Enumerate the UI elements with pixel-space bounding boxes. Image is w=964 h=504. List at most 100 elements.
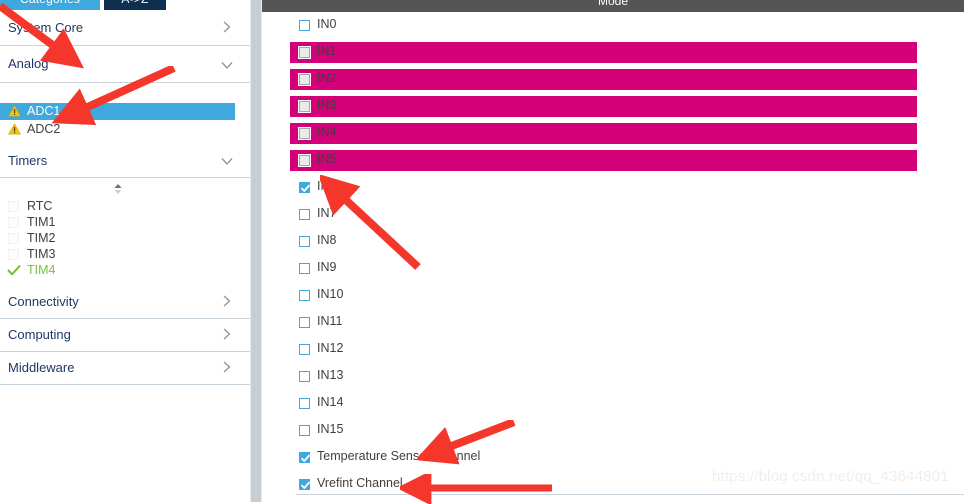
sidebar-item-tim2-label: TIM2	[27, 231, 56, 245]
sidebar-category-middleware[interactable]: Middleware	[0, 352, 250, 385]
scroll-updown-icon[interactable]	[110, 87, 126, 101]
channel-checkbox-in8[interactable]	[299, 236, 310, 247]
cubemx-pinout-configuration: Categories A->Z System Core Analog	[0, 0, 964, 504]
channel-row[interactable]: IN0	[262, 12, 964, 39]
channel-row[interactable]: IN5	[262, 147, 964, 174]
page-watermark: https://blog.csdn.net/qq_43644801	[712, 468, 949, 485]
sidebar-category-connectivity[interactable]: Connectivity	[0, 286, 250, 319]
sidebar-category-system-core-label: System Core	[8, 20, 84, 35]
scroll-updown-icon[interactable]	[110, 182, 126, 196]
sidebar-category-timers-label: Timers	[8, 153, 48, 168]
sidebar-item-tim3-label: TIM3	[27, 247, 56, 261]
channel-checkbox-in9[interactable]	[299, 263, 310, 274]
chevron-down-icon	[220, 154, 234, 168]
chevron-right-icon	[220, 360, 234, 374]
tab-a-to-z-label: A->Z	[121, 0, 148, 6]
channel-conflict-highlight	[290, 69, 917, 90]
channel-row[interactable]: IN4	[262, 120, 964, 147]
sidebar-category-computing[interactable]: Computing	[0, 319, 250, 352]
sidebar-category-computing-label: Computing	[8, 327, 71, 342]
channel-checkbox-vrefint-channel[interactable]	[299, 479, 310, 490]
channel-checkbox-temperature-sensor-channel[interactable]	[299, 452, 310, 463]
sidebar-scroll-area[interactable]: System Core Analog ADC1 ADC2 Timers RTC …	[0, 10, 250, 502]
sidebar-item-tim1[interactable]: TIM1	[0, 214, 235, 231]
channel-label: IN3	[317, 98, 337, 112]
tab-categories[interactable]: Categories	[0, 0, 100, 10]
mode-section-title: Mode	[597, 0, 629, 8]
sidebar-category-timers[interactable]: Timers	[0, 145, 250, 178]
mode-section-header: Mode	[262, 0, 964, 12]
channel-row[interactable]: IN15	[262, 417, 964, 444]
channel-row[interactable]: IN6	[262, 174, 964, 201]
channel-conflict-highlight	[290, 96, 917, 117]
sidebar-item-tim4[interactable]: TIM4	[0, 262, 235, 279]
panel-splitter[interactable]	[250, 0, 262, 502]
channel-label: IN12	[317, 341, 344, 355]
chevron-right-icon	[220, 20, 234, 34]
channel-conflict-highlight	[290, 123, 917, 144]
chevron-right-icon	[220, 294, 234, 308]
sidebar-item-tim2[interactable]: TIM2	[0, 230, 235, 247]
sidebar-item-adc2-label: ADC2	[27, 122, 61, 136]
sidebar-item-adc2[interactable]: ADC2	[0, 121, 235, 138]
channel-label: IN7	[317, 206, 337, 220]
sidebar-category-connectivity-label: Connectivity	[8, 294, 79, 309]
channel-label: IN11	[317, 314, 343, 328]
channel-checkbox-in7[interactable]	[299, 209, 310, 220]
channel-label: IN4	[317, 125, 337, 139]
channel-label: IN2	[317, 71, 337, 85]
channel-row[interactable]: IN1	[262, 39, 964, 66]
sidebar-item-adc1-label: ADC1	[27, 104, 61, 118]
sidebar-category-system-core[interactable]: System Core	[0, 10, 250, 46]
channel-row[interactable]: IN12	[262, 336, 964, 363]
channel-checkbox-in15[interactable]	[299, 425, 310, 436]
blank-icon	[8, 217, 19, 228]
channel-label: IN1	[317, 44, 337, 58]
channel-checkbox-in6[interactable]	[299, 182, 310, 193]
channel-checkbox-in4	[299, 128, 310, 139]
channel-conflict-highlight	[290, 42, 917, 63]
chevron-down-icon	[220, 58, 234, 72]
channel-checkbox-in10[interactable]	[299, 290, 310, 301]
warning-triangle-icon	[8, 105, 21, 117]
tab-categories-label: Categories	[20, 0, 80, 6]
channel-checkbox-in12[interactable]	[299, 344, 310, 355]
component-categories-sidebar: Categories A->Z System Core Analog	[0, 0, 250, 502]
adc1-mode-panel: Mode IN0 IN1 IN2 IN3 IN4 IN5 IN6 IN7 IN8 IN9 IN10 I…	[262, 0, 964, 502]
channel-checkbox-in11[interactable]	[299, 317, 310, 328]
sidebar-item-rtc[interactable]: RTC	[0, 198, 235, 215]
channel-checkbox-in3	[299, 101, 310, 112]
channel-row[interactable]: IN13	[262, 363, 964, 390]
chevron-right-icon	[220, 327, 234, 341]
channel-checkbox-in14[interactable]	[299, 398, 310, 409]
sidebar-item-tim3[interactable]: TIM3	[0, 246, 235, 263]
channel-label: Temperature Sensor Channel	[317, 449, 481, 463]
sidebar-item-adc1[interactable]: ADC1	[0, 103, 235, 120]
channel-label: IN13	[317, 368, 344, 382]
timer-items-group: RTC TIM1 TIM2 TIM3 TIM4	[0, 178, 250, 286]
channel-label: IN8	[317, 233, 337, 247]
channel-checkbox-in0[interactable]	[299, 20, 310, 31]
channel-label: IN9	[317, 260, 337, 274]
channel-row[interactable]: IN14	[262, 390, 964, 417]
tab-a-to-z[interactable]: A->Z	[104, 0, 166, 10]
channel-row[interactable]: IN10	[262, 282, 964, 309]
channel-row[interactable]: IN8	[262, 228, 964, 255]
channel-row[interactable]: IN2	[262, 66, 964, 93]
blank-icon	[8, 233, 19, 244]
sidebar-category-analog-label: Analog	[8, 56, 49, 71]
sidebar-category-analog[interactable]: Analog	[0, 46, 250, 83]
channel-label: IN5	[317, 152, 337, 166]
channel-row[interactable]: IN7	[262, 201, 964, 228]
channel-conflict-highlight	[290, 150, 917, 171]
channel-label: IN10	[317, 287, 344, 301]
channel-row[interactable]: IN9	[262, 255, 964, 282]
analog-items-group: ADC1 ADC2	[0, 83, 250, 145]
sidebar-tabstrip: Categories A->Z	[0, 0, 250, 10]
channel-row[interactable]: IN3	[262, 93, 964, 120]
channel-row[interactable]: IN11	[262, 309, 964, 336]
channel-label: Vrefint Channel	[317, 476, 403, 490]
channel-checkbox-in13[interactable]	[299, 371, 310, 382]
sidebar-category-middleware-label: Middleware	[8, 360, 75, 375]
channel-row[interactable]: Temperature Sensor Channel	[262, 444, 964, 471]
